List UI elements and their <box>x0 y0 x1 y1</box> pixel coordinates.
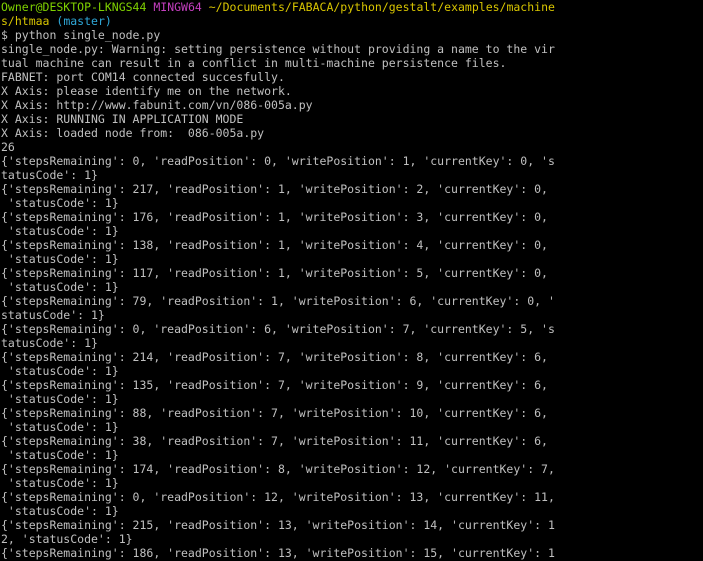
output-line: X Axis: http://www.fabunit.com/vn/086-00… <box>1 98 313 112</box>
output-line: {'stepsRemaining': 0, 'readPosition': 6,… <box>1 322 555 336</box>
output-line: FABNET: port COM14 connected succesfully… <box>1 70 285 84</box>
output-line: 'statusCode': 1} <box>1 224 119 238</box>
output-line: 'statusCode': 1} <box>1 252 119 266</box>
prompt-user-host: Owner@DESKTOP-LKNGS44 <box>1 0 147 14</box>
output-line: {'stepsRemaining': 214, 'readPosition': … <box>1 350 548 364</box>
prompt-path: ~/Documents/FABACA/python/gestalt/exampl… <box>208 0 555 14</box>
output-line: 2, 'statusCode': 1} <box>1 532 133 546</box>
output-line: tual machine can result in a conflict in… <box>1 56 507 70</box>
output-line: {'stepsRemaining': 217, 'readPosition': … <box>1 182 548 196</box>
output-line: {'stepsRemaining': 0, 'readPosition': 0,… <box>1 154 555 168</box>
output-line: single_node.py: Warning: setting persist… <box>1 42 555 56</box>
output-line: {'stepsRemaining': 176, 'readPosition': … <box>1 210 548 224</box>
output-line: 'statusCode': 1} <box>1 504 119 518</box>
output-line: 'statusCode': 1} <box>1 196 119 210</box>
output-line: 'statusCode': 1} <box>1 420 119 434</box>
output-line: tatusCode': 1} <box>1 336 98 350</box>
prompt-line: Owner@DESKTOP-LKNGS44 MINGW64 ~/Document… <box>1 0 701 14</box>
output-line: {'stepsRemaining': 88, 'readPosition': 7… <box>1 406 548 420</box>
output-line: 'statusCode': 1} <box>1 448 119 462</box>
output-line: {'stepsRemaining': 138, 'readPosition': … <box>1 238 548 252</box>
output-line: {'stepsRemaining': 186, 'readPosition': … <box>1 546 555 560</box>
output-line: {'stepsRemaining': 117, 'readPosition': … <box>1 266 548 280</box>
output-line: 'statusCode': 1} <box>1 476 119 490</box>
output-line: {'stepsRemaining': 215, 'readPosition': … <box>1 518 555 532</box>
output-line: 26 <box>1 140 15 154</box>
output-line: {'stepsRemaining': 79, 'readPosition': 1… <box>1 294 555 308</box>
prompt-path-cont: s/htmaa <box>1 14 50 28</box>
output-line: {'stepsRemaining': 135, 'readPosition': … <box>1 378 548 392</box>
output-line: tatusCode': 1} <box>1 168 98 182</box>
output-line: X Axis: RUNNING IN APPLICATION MODE <box>1 112 244 126</box>
output-line: {'stepsRemaining': 174, 'readPosition': … <box>1 462 555 476</box>
terminal-output: single_node.py: Warning: setting persist… <box>1 42 701 560</box>
output-line: 'statusCode': 1} <box>1 392 119 406</box>
output-line: 'statusCode': 1} <box>1 364 119 378</box>
command-line: $ python single_node.py <box>1 28 161 42</box>
prompt-line-continued: s/htmaa (master) <box>1 14 701 28</box>
output-line: X Axis: please identify me on the networ… <box>1 84 292 98</box>
output-line: {'stepsRemaining': 0, 'readPosition': 12… <box>1 490 555 504</box>
prompt-env: MINGW64 <box>153 0 202 14</box>
output-line: statusCode': 1} <box>1 308 105 322</box>
prompt-branch: (master) <box>56 14 112 28</box>
terminal-window[interactable]: Owner@DESKTOP-LKNGS44 MINGW64 ~/Document… <box>1 0 701 561</box>
output-line: X Axis: loaded node from: 086-005a.py <box>1 126 265 140</box>
output-line: {'stepsRemaining': 38, 'readPosition': 7… <box>1 434 548 448</box>
output-line: 'statusCode': 1} <box>1 280 119 294</box>
